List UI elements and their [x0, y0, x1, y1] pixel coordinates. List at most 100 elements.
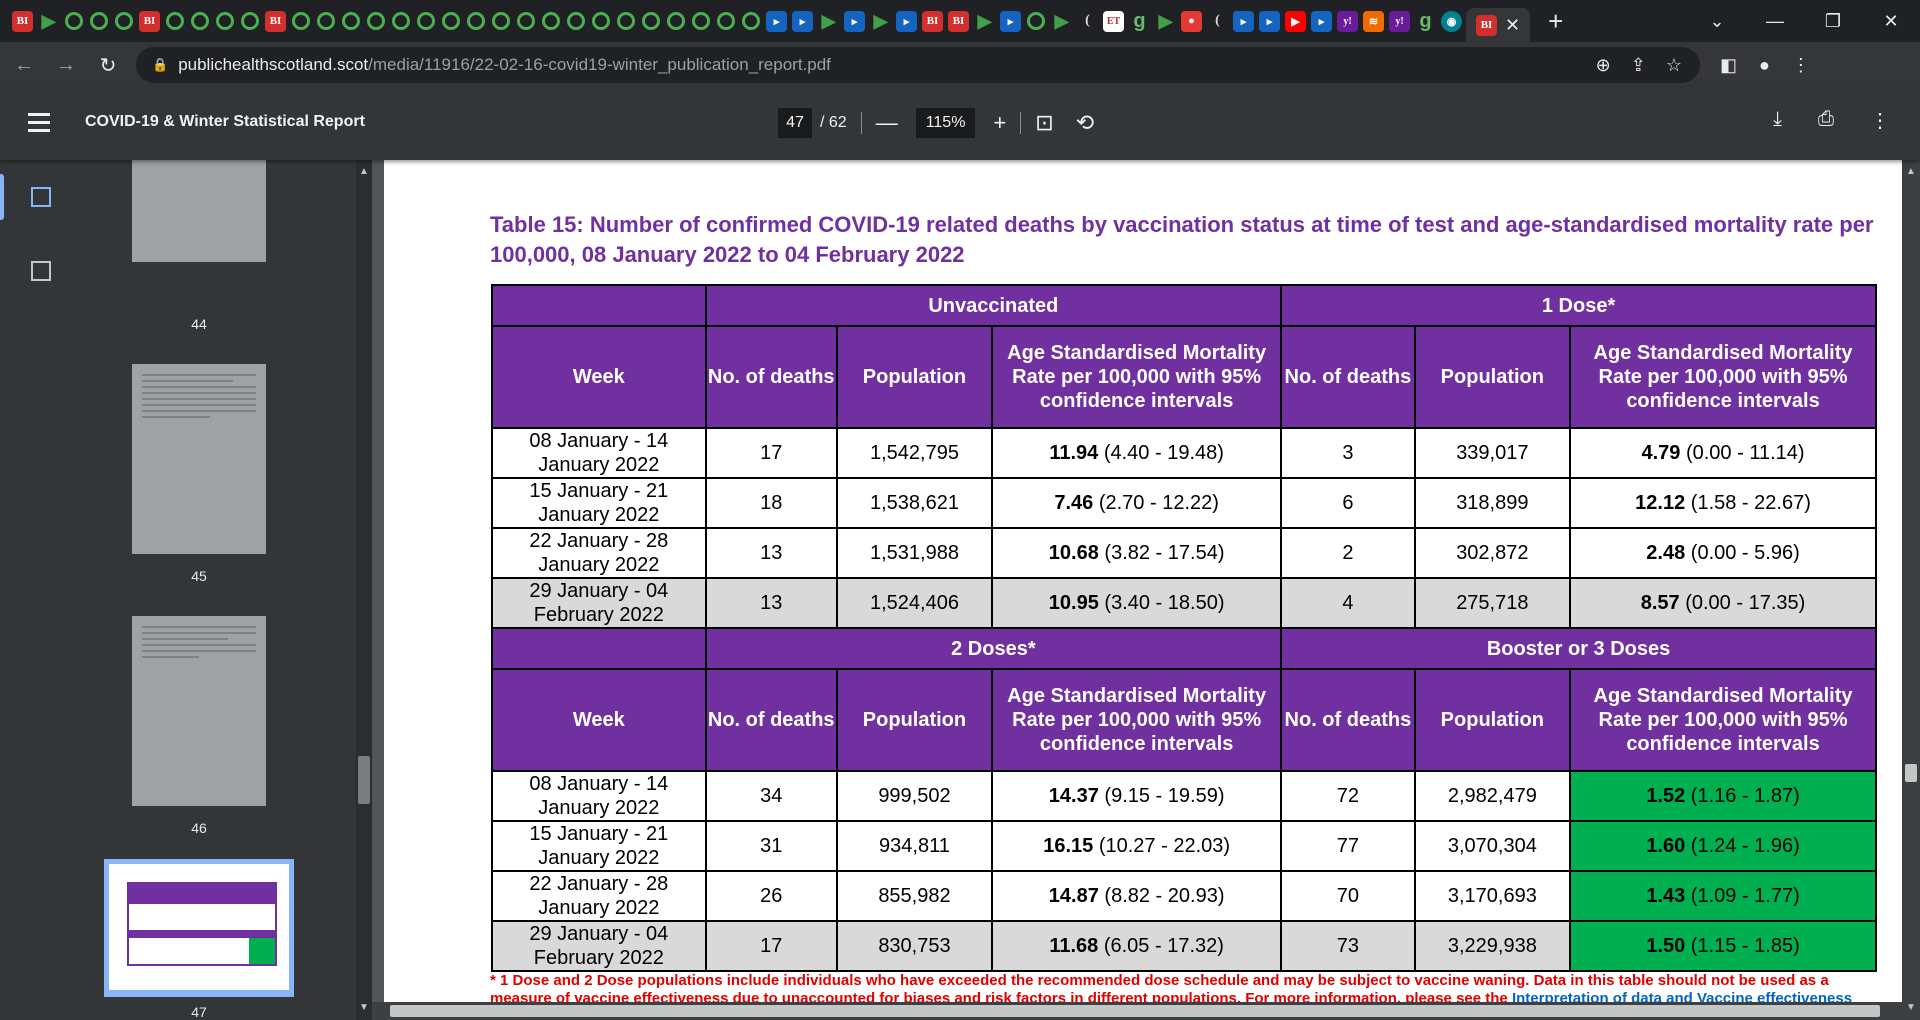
document-scrollbar[interactable]: ▲ ▼: [1902, 160, 1920, 1020]
circle-favicon-icon[interactable]: [417, 12, 435, 30]
g9-favicon-icon[interactable]: g: [1415, 10, 1436, 32]
circle-favicon-icon[interactable]: [115, 12, 133, 30]
c-favicon-icon[interactable]: (: [1207, 11, 1228, 32]
browser-menu-icon[interactable]: ⋮: [1792, 55, 1810, 76]
thumbnails-icon[interactable]: [31, 187, 51, 207]
print-icon[interactable]: ⎙: [1818, 108, 1834, 133]
circle-favicon-icon[interactable]: [367, 12, 385, 30]
circle-favicon-icon[interactable]: [642, 12, 660, 30]
sidebar-menu-icon[interactable]: [28, 113, 50, 137]
bookmark-star-icon[interactable]: ☆: [1666, 55, 1682, 76]
circle-favicon-icon[interactable]: [467, 12, 485, 30]
scroll-up-icon[interactable]: ▲: [1906, 166, 1916, 177]
navigation-favicon-icon[interactable]: ▸: [1000, 10, 1021, 32]
youtube-favicon-icon[interactable]: ▶: [1285, 10, 1306, 32]
circle-favicon-icon[interactable]: [517, 12, 535, 30]
bi-favicon-icon[interactable]: BI: [948, 10, 969, 32]
more-options-icon[interactable]: ⋮: [1870, 108, 1890, 133]
circle-favicon-icon[interactable]: [90, 12, 108, 30]
play-favicon-icon[interactable]: ▶: [1155, 11, 1176, 32]
page-number-input[interactable]: 47: [778, 108, 812, 138]
fit-page-icon[interactable]: ⊡: [1035, 110, 1053, 136]
document-outline-icon[interactable]: [31, 261, 51, 281]
circle-favicon-icon[interactable]: [692, 12, 710, 30]
navigation-favicon-icon[interactable]: ▸: [1311, 10, 1332, 32]
lock-icon[interactable]: 🔒: [152, 57, 168, 73]
circle-favicon-icon[interactable]: [667, 12, 685, 30]
horizontal-scrollbar[interactable]: [372, 1002, 1902, 1020]
navigation-favicon-icon[interactable]: ▸: [766, 10, 787, 32]
teal-favicon-icon[interactable]: ◉: [1441, 10, 1462, 32]
back-icon[interactable]: ←: [6, 54, 42, 77]
g9-favicon-icon[interactable]: g: [1129, 10, 1150, 32]
reload-icon[interactable]: ↻: [90, 53, 126, 78]
page-thumbnail-44[interactable]: [132, 160, 266, 262]
navigation-favicon-icon[interactable]: ▸: [792, 10, 813, 32]
footnote-link[interactable]: Interpretation of data and Vaccine effec…: [1512, 990, 1852, 1002]
circle-favicon-icon[interactable]: [592, 12, 610, 30]
download-icon[interactable]: ⤓: [1773, 108, 1782, 133]
circle-favicon-icon[interactable]: [241, 12, 259, 30]
circle-favicon-icon[interactable]: [542, 12, 560, 30]
tab-search-icon[interactable]: ⌄: [1688, 11, 1746, 32]
circle-favicon-icon[interactable]: [191, 12, 209, 30]
navigation-favicon-icon[interactable]: ▸: [1233, 10, 1254, 32]
zoom-input[interactable]: 115%: [915, 108, 976, 138]
circle-favicon-icon[interactable]: [317, 12, 335, 30]
circle-favicon-icon[interactable]: [717, 12, 735, 30]
orange-favicon-icon[interactable]: ≋: [1363, 10, 1384, 32]
bi-favicon-icon[interactable]: BI: [139, 10, 160, 32]
rotate-icon[interactable]: ⟲: [1076, 110, 1094, 136]
bi-favicon-icon[interactable]: BI: [12, 10, 33, 32]
scroll-up-icon[interactable]: ▲: [359, 166, 369, 177]
play-favicon-icon[interactable]: ▶: [818, 11, 839, 32]
active-tab[interactable]: BI ✕: [1466, 8, 1531, 42]
document-scroll-thumb[interactable]: [1905, 764, 1917, 782]
circle-favicon-icon[interactable]: [166, 12, 184, 30]
play-favicon-icon[interactable]: ▶: [870, 11, 891, 32]
bi-favicon-icon[interactable]: BI: [922, 10, 943, 32]
url-input[interactable]: 🔒 publichealthscotland.scot/media/11916/…: [136, 47, 1700, 83]
navigation-favicon-icon[interactable]: ▸: [1259, 10, 1280, 32]
yahoo-favicon-icon[interactable]: y!: [1337, 10, 1358, 32]
scroll-down-icon[interactable]: ▼: [1906, 1002, 1916, 1013]
forward-icon[interactable]: →: [48, 54, 84, 77]
circle-favicon-icon[interactable]: [392, 12, 410, 30]
share-icon[interactable]: ⇪: [1631, 55, 1646, 76]
restore-icon[interactable]: ❐: [1804, 11, 1862, 32]
sidebar-scrollbar[interactable]: ▲ ▼: [356, 160, 372, 1020]
circle-favicon-icon[interactable]: [1027, 12, 1045, 30]
circle-favicon-icon[interactable]: [442, 12, 460, 30]
navigation-favicon-icon[interactable]: ▸: [896, 10, 917, 32]
play-favicon-icon[interactable]: ▶: [1051, 11, 1072, 32]
sidebar-scroll-thumb[interactable]: [358, 756, 370, 804]
side-panel-icon[interactable]: ◧: [1720, 55, 1737, 76]
circle-favicon-icon[interactable]: [216, 12, 234, 30]
zoom-indicator-icon[interactable]: ⊕: [1596, 55, 1611, 76]
minimize-icon[interactable]: —: [1746, 11, 1804, 32]
circle-favicon-icon[interactable]: [292, 12, 310, 30]
new-tab-button[interactable]: +: [1548, 8, 1563, 34]
document-viewer[interactable]: Table 15: Number of confirmed COVID-19 r…: [372, 160, 1902, 1002]
close-tab-icon[interactable]: ✕: [1505, 15, 1520, 36]
circle-favicon-icon[interactable]: [617, 12, 635, 30]
zoom-in-button[interactable]: +: [993, 110, 1006, 136]
circle-favicon-icon[interactable]: [742, 12, 760, 30]
profile-icon[interactable]: ●: [1759, 55, 1770, 76]
zoom-out-button[interactable]: —: [876, 110, 898, 136]
circle-favicon-icon[interactable]: [65, 12, 83, 30]
page-thumbnail-45[interactable]: [132, 364, 266, 554]
circle-favicon-icon[interactable]: [567, 12, 585, 30]
scroll-down-icon[interactable]: ▼: [359, 1002, 369, 1013]
play-favicon-icon[interactable]: ▶: [974, 11, 995, 32]
yahoo-favicon-icon[interactable]: y!: [1389, 10, 1410, 32]
et-favicon-icon[interactable]: ET: [1103, 10, 1124, 32]
horizontal-scroll-thumb[interactable]: [390, 1005, 1880, 1017]
close-window-icon[interactable]: ✕: [1862, 11, 1920, 32]
navigation-favicon-icon[interactable]: ▸: [844, 10, 865, 32]
c-favicon-icon[interactable]: (: [1077, 11, 1098, 32]
bi-favicon-icon[interactable]: BI: [265, 10, 286, 32]
page-thumbnail-47[interactable]: [104, 859, 294, 997]
circle-favicon-icon[interactable]: [342, 12, 360, 30]
circle-favicon-icon[interactable]: [492, 12, 510, 30]
